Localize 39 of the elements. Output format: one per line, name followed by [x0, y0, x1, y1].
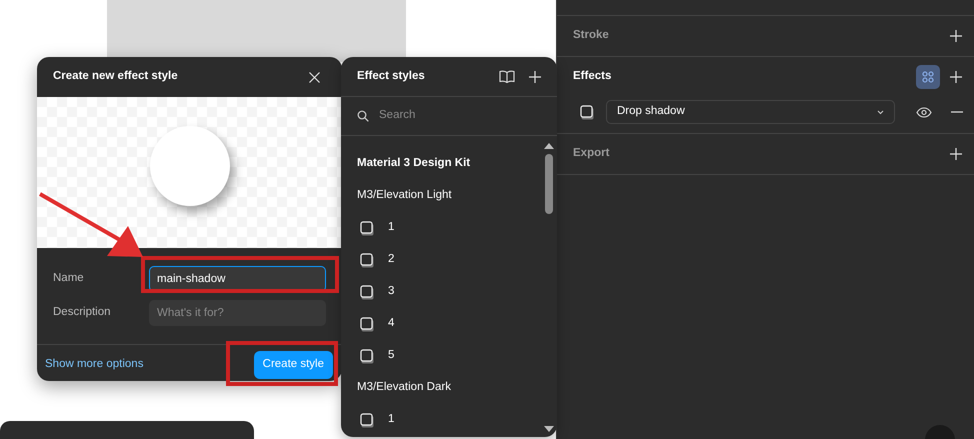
- style-item[interactable]: 2: [388, 251, 394, 269]
- effect-style-icon: [360, 284, 374, 300]
- search-icon: [357, 110, 369, 122]
- style-item[interactable]: 1: [388, 219, 394, 237]
- add-icon: [950, 71, 962, 83]
- style-group-title: M3/Elevation Dark: [356, 380, 452, 396]
- style-group-title: M3/Elevation Light: [356, 188, 453, 204]
- style-item[interactable]: 5: [388, 347, 394, 365]
- close-icon: [308, 72, 320, 82]
- search-field[interactable]: Search: [377, 106, 517, 126]
- effect-style-icon: [360, 348, 374, 364]
- add-icon: [529, 70, 541, 82]
- section-title: Stroke: [573, 28, 609, 44]
- library-title: Material 3 Design Kit: [356, 156, 472, 172]
- chevron-icon: [876, 110, 884, 114]
- section-title: Effects: [573, 69, 612, 84]
- effect-style-icon: [360, 252, 374, 268]
- effect-style-icon: [580, 104, 594, 120]
- effect-style-icon: [360, 220, 374, 236]
- add-icon: [950, 30, 962, 42]
- effect-style-icon: [360, 316, 374, 332]
- effect-type-dropdown[interactable]: Drop shadow: [606, 100, 895, 124]
- panel-title: Effect styles: [357, 68, 425, 84]
- section-title: Export: [573, 146, 610, 162]
- dialog-title: Create new effect style: [53, 69, 178, 84]
- add-icon: [950, 148, 962, 160]
- library-book-icon: [499, 70, 515, 83]
- scrollbar[interactable]: [543, 142, 555, 434]
- description-field[interactable]: What's it for?: [149, 300, 326, 326]
- style-item[interactable]: 3: [388, 283, 394, 301]
- styles-grid-icon: [922, 71, 934, 83]
- effect-style-icon: [360, 412, 374, 428]
- eye-icon: [916, 106, 932, 118]
- show-more-link[interactable]: Show more options: [45, 356, 144, 374]
- style-item[interactable]: 1: [388, 411, 394, 429]
- field-label: Name: [53, 271, 85, 286]
- field-label: Description: [53, 305, 112, 320]
- styles-grid-button[interactable]: [916, 65, 940, 89]
- style-item[interactable]: 4: [388, 315, 394, 333]
